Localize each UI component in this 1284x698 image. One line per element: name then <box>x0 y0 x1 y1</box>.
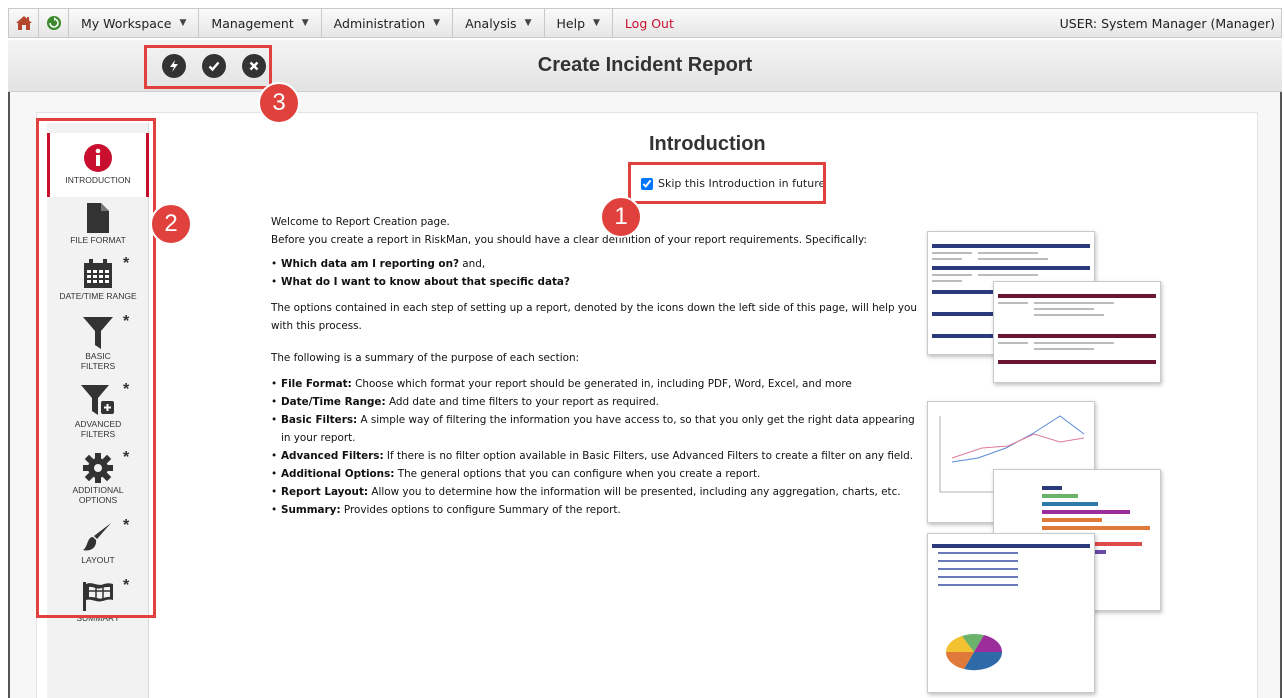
page-title: Create Incident Report <box>537 54 753 76</box>
menu-analysis[interactable]: Analysis ▼ <box>453 9 545 37</box>
sidebar-item-advanced-filters[interactable]: ADVANCED FILTERS * <box>47 381 149 445</box>
pie-chart-preview-image <box>932 544 1090 671</box>
list-item: File Format: Choose which format your re… <box>271 375 921 393</box>
sidebar: INTRODUCTION FILE FORMAT DATE/TIME RANGE… <box>47 123 149 698</box>
chevron-down-icon: ▼ <box>524 18 532 28</box>
required-star: * <box>123 449 130 466</box>
summary-intro-text: The following is a summary of the purpos… <box>271 352 580 364</box>
callout-badge-3: 3 <box>258 82 300 124</box>
required-star: * <box>123 577 130 594</box>
chevron-down-icon: ▼ <box>433 18 441 28</box>
sidebar-item-label: ADVANCED FILTERS <box>74 419 122 439</box>
top-menu-bar: My Workspace ▼ Management ▼ Administration… <box>8 8 1282 38</box>
logout-link[interactable]: Log Out <box>613 9 686 37</box>
list-item: Report Layout: Allow you to determine ho… <box>271 483 921 501</box>
section-list: File Format: Choose which format your re… <box>271 375 921 519</box>
gear-icon <box>83 453 113 483</box>
sample-report-thumbnail <box>993 281 1161 383</box>
sidebar-item-label: ADDITIONAL OPTIONS <box>72 485 124 505</box>
menu-administration[interactable]: Administration ▼ <box>322 9 454 37</box>
refresh-icon[interactable] <box>39 9 69 37</box>
required-star: * <box>123 517 130 534</box>
callout-badge-2: 2 <box>150 203 192 245</box>
chevron-down-icon: ▼ <box>593 18 600 28</box>
menu-help[interactable]: Help ▼ <box>545 9 613 37</box>
before-text: Before you create a report in RiskMan, y… <box>271 234 867 246</box>
list-item: Summary: Provides options to configure S… <box>271 501 921 519</box>
menu-my-workspace[interactable]: My Workspace ▼ <box>69 9 200 37</box>
home-icon[interactable] <box>9 9 39 37</box>
welcome-text: Welcome to Report Creation page. <box>271 216 450 228</box>
sidebar-item-summary[interactable]: SUMMARY * <box>47 577 149 633</box>
sidebar-item-layout[interactable]: LAYOUT * <box>47 517 149 573</box>
sidebar-item-additional-options[interactable]: ADDITIONAL OPTIONS * <box>47 449 149 513</box>
report-preview-image <box>998 294 1156 364</box>
skip-intro-checkbox[interactable] <box>641 177 653 190</box>
content-panel: INTRODUCTION FILE FORMAT DATE/TIME RANGE… <box>36 112 1258 698</box>
required-star: * <box>123 255 130 272</box>
question-list: Which data am I reporting on? and, What … <box>271 255 921 291</box>
file-icon <box>87 203 109 233</box>
intro-article: Welcome to Report Creation page. Before … <box>271 213 921 527</box>
list-item: What do I want to know about that specif… <box>271 273 921 291</box>
sidebar-item-label: BASIC FILTERS <box>80 351 116 371</box>
user-label: USER: System Manager (Manager) <box>1059 15 1275 31</box>
list-item: Date/Time Range: Add date and time filte… <box>271 393 921 411</box>
sample-summary-thumbnail <box>927 533 1095 693</box>
main-frame: INTRODUCTION FILE FORMAT DATE/TIME RANGE… <box>8 92 1282 698</box>
sidebar-item-date-time-range[interactable]: DATE/TIME RANGE * <box>47 255 149 313</box>
sidebar-item-label: SUMMARY <box>76 613 120 623</box>
advanced-filter-icon <box>81 385 114 415</box>
filter-icon <box>83 317 113 349</box>
sidebar-item-label: LAYOUT <box>81 555 115 565</box>
chevron-down-icon: ▼ <box>179 18 187 28</box>
title-bar: Create Incident Report <box>8 40 1282 92</box>
info-icon <box>84 144 112 172</box>
sidebar-item-label: DATE/TIME RANGE <box>59 291 137 301</box>
callout-badge-1: 1 <box>600 196 642 238</box>
chevron-down-icon: ▼ <box>301 18 309 28</box>
sidebar-item-label: FILE FORMAT <box>70 235 126 245</box>
list-item: Basic Filters: A simple way of filtering… <box>271 411 921 447</box>
sidebar-item-label: INTRODUCTION <box>65 175 131 185</box>
sidebar-item-file-format[interactable]: FILE FORMAT <box>47 203 149 253</box>
list-item: Advanced Filters: If there is no filter … <box>271 447 921 465</box>
calendar-icon <box>84 259 112 288</box>
intro-title: Introduction <box>649 133 766 155</box>
skip-intro-label: Skip this Introduction in future <box>658 177 826 190</box>
options-text: The options contained in each step of se… <box>271 302 917 332</box>
required-star: * <box>123 313 130 330</box>
skip-intro-option[interactable]: Skip this Introduction in future <box>641 177 825 190</box>
flag-icon <box>83 582 113 611</box>
sidebar-item-introduction[interactable]: INTRODUCTION <box>47 133 149 197</box>
list-item: Which data am I reporting on? and, <box>271 255 921 273</box>
list-item: Additional Options: The general options … <box>271 465 921 483</box>
brush-icon <box>83 523 111 551</box>
menu-management[interactable]: Management ▼ <box>199 9 322 37</box>
sidebar-item-basic-filters[interactable]: BASIC FILTERS * <box>47 313 149 377</box>
required-star: * <box>123 381 130 398</box>
